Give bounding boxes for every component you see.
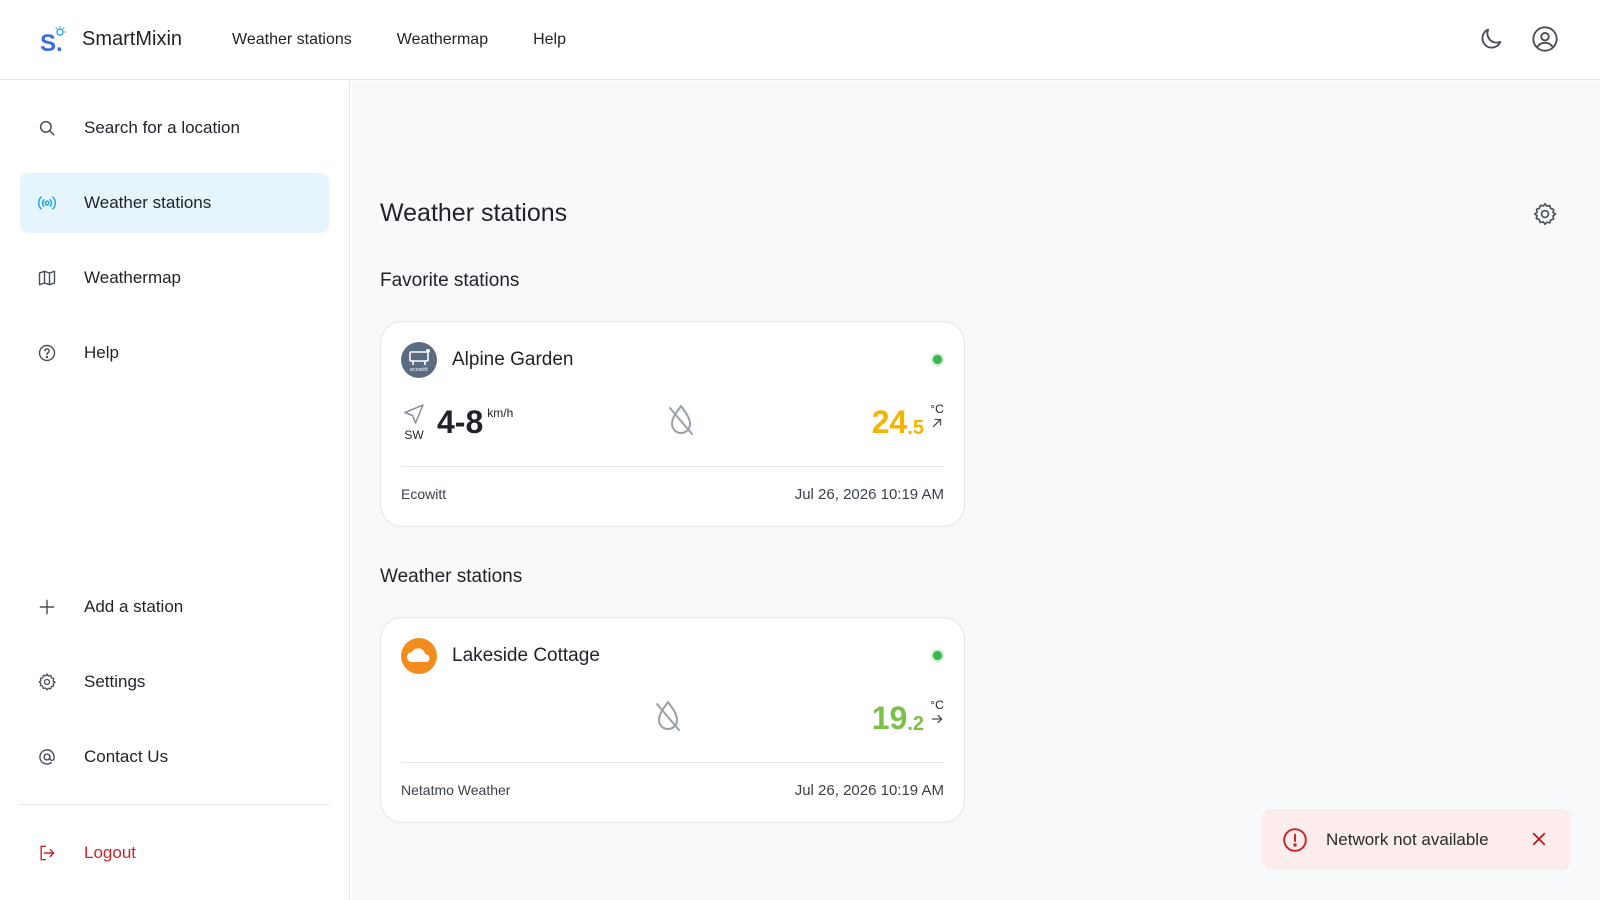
- sidebar-item-label: Weathermap: [84, 268, 182, 287]
- sidebar-item-weathermap[interactable]: Weathermap: [20, 248, 329, 308]
- gear-icon: [36, 671, 58, 693]
- sidebar-item-label: Contact Us: [84, 747, 169, 766]
- svg-text:S.: S.: [40, 30, 63, 55]
- main-content: Weather stations Favorite stations ecowi…: [351, 81, 1600, 900]
- ecowitt-logo-icon: ecowitt: [401, 342, 437, 378]
- no-rain-drop-icon: [652, 698, 684, 734]
- wind-direction: SW: [401, 402, 427, 442]
- temperature-decimal: .2: [907, 713, 924, 735]
- help-circle-icon: [36, 342, 58, 364]
- topnav-weather-stations[interactable]: Weather stations: [232, 31, 352, 49]
- temperature-integer: 24: [871, 404, 908, 440]
- netatmo-cloud-logo-icon: [401, 638, 437, 674]
- trend-right-icon: [931, 714, 943, 724]
- sidebar-item-label: Weather stations: [84, 193, 212, 212]
- top-bar: S. SmartMixin Weather stations Weatherma…: [0, 0, 1600, 80]
- station-timestamp: Jul 26, 2026 10:19 AM: [794, 486, 944, 503]
- temperature-unit: °C: [930, 402, 944, 416]
- station-timestamp: Jul 26, 2026 10:19 AM: [794, 782, 944, 799]
- sidebar-item-label: Logout: [84, 843, 136, 862]
- sidebar-item-help[interactable]: Help: [20, 323, 329, 383]
- temperature-reading: 19 .2 °C: [872, 698, 944, 744]
- card-divider: [401, 762, 944, 763]
- sidebar-item-search[interactable]: Search for a location: [20, 98, 329, 158]
- card-divider: [401, 466, 944, 467]
- favorites-section-title: Favorite stations: [380, 270, 520, 291]
- wind-reading: SW 4-8 km/h: [401, 402, 513, 442]
- station-name: Alpine Garden: [452, 349, 574, 370]
- brand-name: SmartMixin: [82, 28, 183, 50]
- topnav-weathermap[interactable]: Weathermap: [397, 31, 488, 49]
- temperature-unit: °C: [930, 698, 944, 712]
- plus-icon: [36, 596, 58, 618]
- sidebar-item-add-station[interactable]: Add a station: [20, 577, 329, 637]
- sidebar: Search for a location Weather stations W…: [0, 80, 350, 900]
- topnav-help[interactable]: Help: [533, 31, 566, 49]
- trend-up-right-icon: [932, 418, 942, 428]
- wind-direction-label: SW: [404, 428, 424, 442]
- station-provider: Ecowitt: [401, 486, 447, 502]
- moon-icon[interactable]: [1476, 24, 1506, 54]
- error-toast: Network not available: [1262, 809, 1571, 870]
- logout-icon: [36, 842, 58, 864]
- card-header: Lakeside Cottage: [401, 638, 600, 674]
- station-card-alpine-garden[interactable]: ecowitt Alpine Garden SW 4-8 km/h 24 .5 …: [380, 321, 965, 527]
- status-online-dot: [931, 353, 944, 366]
- wind-arrow-icon: [404, 404, 424, 424]
- status-online-dot: [931, 649, 944, 662]
- station-card-lakeside-cottage[interactable]: Lakeside Cottage 19 .2 °C Netatmo Weathe…: [380, 617, 965, 823]
- map-icon: [36, 267, 58, 289]
- card-header: ecowitt Alpine Garden: [401, 342, 573, 378]
- sidebar-item-label: Search for a location: [84, 118, 240, 137]
- station-name: Lakeside Cottage: [452, 645, 600, 666]
- temperature-side: °C: [930, 698, 944, 726]
- temperature-integer: 19: [871, 700, 908, 736]
- at-icon: [36, 746, 58, 768]
- alert-circle-icon: [1282, 827, 1308, 853]
- brand[interactable]: S. SmartMixin: [38, 25, 183, 57]
- wind-speed: 4-8: [437, 404, 484, 440]
- temperature-side: °C: [930, 402, 944, 430]
- top-nav: Weather stations Weathermap Help: [232, 31, 611, 49]
- sidebar-item-weather-stations[interactable]: Weather stations: [20, 173, 329, 233]
- sidebar-item-label: Help: [84, 343, 119, 362]
- sidebar-item-label: Add a station: [84, 597, 184, 616]
- svg-text:ecowitt: ecowitt: [410, 367, 428, 373]
- temperature-reading: 24 .5 °C: [872, 402, 944, 448]
- sidebar-divider: [20, 804, 329, 805]
- broadcast-icon: [36, 192, 58, 214]
- sidebar-item-logout[interactable]: Logout: [20, 823, 329, 883]
- close-icon[interactable]: [1527, 827, 1551, 851]
- no-rain-drop-icon: [665, 402, 697, 438]
- sidebar-item-contact-us[interactable]: Contact Us: [20, 727, 329, 787]
- user-account-icon[interactable]: [1530, 24, 1560, 54]
- station-provider: Netatmo Weather: [401, 782, 511, 798]
- toast-message: Network not available: [1326, 829, 1489, 849]
- search-icon: [36, 117, 58, 139]
- stations-section-title: Weather stations: [380, 566, 523, 587]
- wind-unit: km/h: [487, 406, 514, 420]
- sidebar-item-label: Settings: [84, 672, 146, 691]
- page-settings-gear-icon[interactable]: [1530, 199, 1560, 229]
- sidebar-item-settings[interactable]: Settings: [20, 652, 329, 712]
- top-actions: [1476, 24, 1560, 54]
- page-title: Weather stations: [380, 199, 568, 227]
- smartmixin-logo-icon: S.: [38, 25, 68, 57]
- temperature-decimal: .5: [907, 417, 924, 439]
